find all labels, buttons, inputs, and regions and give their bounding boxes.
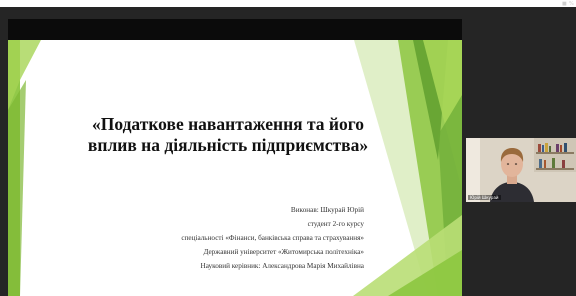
webcam-feed [466, 138, 576, 202]
info-line: Науковий керівник: Александрова Марія Ми… [200, 262, 364, 270]
participant-video-tile[interactable]: Юрій Шкурай [466, 138, 576, 202]
info-line: Виконав: Шкурай Юрій [290, 206, 364, 214]
info-line: Державний університет «Житомирська політ… [203, 248, 364, 256]
info-line: спеціальності «Фінанси, банківська справ… [181, 234, 364, 242]
slide-title: «Податкове навантаження та його вплив на… [48, 114, 408, 156]
presentation-slide: «Податкове навантаження та його вплив на… [8, 40, 462, 296]
author-info: Виконав: Шкурай Юрій студент 2-го курсу … [181, 203, 364, 273]
status-indicator: ■ % [562, 1, 574, 7]
slide-title-line-2: вплив на діяльність підприємства» [87, 135, 369, 155]
info-line: студент 2-го курсу [307, 220, 364, 228]
slide-title-line-1: «Податкове навантаження та його [91, 114, 365, 134]
participant-name-label: Юрій Шкурай [468, 195, 501, 200]
shared-screen-topbar [8, 19, 462, 40]
